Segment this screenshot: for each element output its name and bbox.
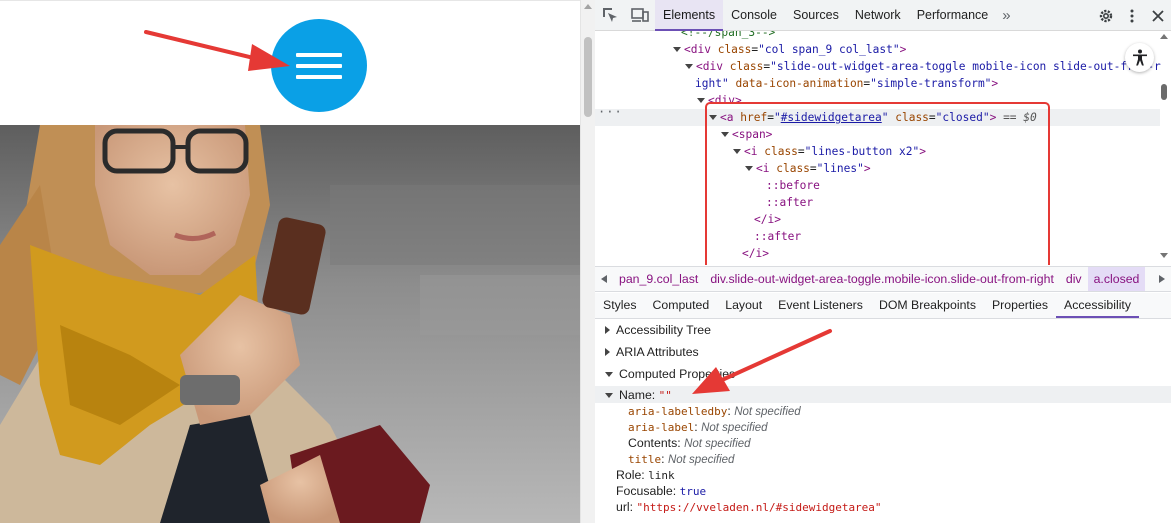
breadcrumb-item[interactable]: pan_9.col_last — [613, 267, 704, 291]
scrollbar-thumb[interactable] — [1161, 84, 1167, 100]
breadcrumb-right-icon[interactable] — [1153, 275, 1171, 283]
expand-triangle-icon[interactable] — [673, 47, 681, 52]
gear-icon[interactable] — [1093, 0, 1119, 31]
breadcrumb-item[interactable]: div — [1060, 267, 1088, 291]
aria-label-row: aria-label: Not specified — [628, 420, 768, 434]
scroll-up-icon[interactable] — [584, 4, 592, 9]
node-actions-ellipsis[interactable]: ··· — [598, 105, 623, 119]
more-tabs-button[interactable]: » — [996, 0, 1016, 31]
hamburger-line — [296, 53, 342, 57]
aria-labelledby-row: aria-labelledby: Not specified — [628, 404, 801, 418]
hamburger-line — [296, 64, 342, 68]
tab-event-listeners[interactable]: Event Listeners — [770, 293, 871, 318]
accessibility-pane: Accessibility Tree ARIA Attributes Compu… — [595, 320, 1171, 523]
dom-tree: ··· <!--/span_3--> <div class="col span_… — [595, 31, 1171, 265]
tab-dom-breakpoints[interactable]: DOM Breakpoints — [871, 293, 984, 318]
expand-triangle-icon[interactable] — [697, 98, 705, 103]
collapse-triangle-icon[interactable] — [605, 393, 613, 398]
site-header — [0, 0, 580, 125]
devtools-tabbar: Elements Console Sources Network Perform… — [595, 0, 1171, 31]
computed-name-row[interactable]: Name: "" — [605, 387, 672, 403]
expand-triangle-icon[interactable] — [605, 326, 610, 334]
breadcrumb-item-active[interactable]: a.closed — [1087, 267, 1146, 291]
hamburger-menu-button[interactable] — [271, 19, 367, 112]
tab-sources[interactable]: Sources — [785, 0, 847, 31]
tab-network[interactable]: Network — [847, 0, 909, 31]
tab-accessibility[interactable]: Accessibility — [1056, 293, 1139, 318]
url-row: url: "https://vveladen.nl/#sidewidgetare… — [616, 500, 882, 514]
hamburger-line — [296, 75, 342, 79]
expand-triangle-icon[interactable] — [605, 348, 610, 356]
contents-row: Contents: Not specified — [628, 436, 751, 450]
dom-line-div-toggle[interactable]: <div class="slide-out-widget-area-toggle… — [685, 58, 1161, 75]
woman-with-phone-image — [0, 125, 580, 523]
tab-elements[interactable]: Elements — [655, 0, 724, 31]
tab-properties[interactable]: Properties — [984, 293, 1056, 318]
tab-layout[interactable]: Layout — [717, 293, 770, 318]
scrollbar-thumb[interactable] — [584, 37, 592, 117]
tab-console[interactable]: Console — [723, 0, 785, 31]
computed-properties-section[interactable]: Computed Properties — [605, 364, 735, 384]
accessibility-tree-section[interactable]: Accessibility Tree — [605, 320, 711, 340]
dom-line-comment[interactable]: <!--/span_3--> — [681, 31, 775, 41]
name-row-highlight — [595, 386, 1171, 403]
tab-performance[interactable]: Performance — [909, 0, 997, 31]
annotation-highlight-box — [705, 102, 1050, 265]
accessibility-icon[interactable] — [1125, 43, 1154, 72]
aria-attributes-section[interactable]: ARIA Attributes — [605, 342, 699, 362]
breadcrumb: pan_9.col_last div.slide-out-widget-area… — [595, 266, 1171, 292]
dom-tree-scrollbar[interactable] — [1157, 31, 1171, 265]
website-viewport — [0, 0, 580, 523]
device-toolbar-icon[interactable] — [625, 0, 655, 31]
breadcrumb-left-icon[interactable] — [595, 275, 613, 283]
tab-styles[interactable]: Styles — [595, 293, 645, 318]
hero-photo — [0, 125, 580, 523]
sidebar-tabs: Styles Computed Layout Event Listeners D… — [595, 293, 1171, 319]
devtools-panel: Elements Console Sources Network Perform… — [595, 0, 1171, 523]
expand-triangle-icon[interactable] — [685, 64, 693, 69]
close-icon[interactable] — [1145, 0, 1171, 31]
page-scrollbar[interactable] — [580, 0, 595, 523]
breadcrumb-item[interactable]: div.slide-out-widget-area-toggle.mobile-… — [704, 267, 1060, 291]
tab-computed[interactable]: Computed — [645, 293, 718, 318]
kebab-menu-icon[interactable] — [1119, 0, 1145, 31]
collapse-triangle-icon[interactable] — [605, 372, 613, 377]
scroll-up-icon[interactable] — [1160, 34, 1168, 39]
dom-line-div-col[interactable]: <div class="col span_9 col_last"> — [673, 41, 906, 58]
scroll-down-icon[interactable] — [1160, 253, 1168, 258]
inspect-element-icon[interactable] — [595, 0, 625, 31]
dom-line-div-toggle-cont[interactable]: ight" data-icon-animation="simple-transf… — [695, 75, 998, 92]
title-row: title: Not specified — [628, 452, 735, 466]
role-row: Role: link — [616, 468, 675, 482]
focusable-row: Focusable: true — [616, 484, 707, 498]
